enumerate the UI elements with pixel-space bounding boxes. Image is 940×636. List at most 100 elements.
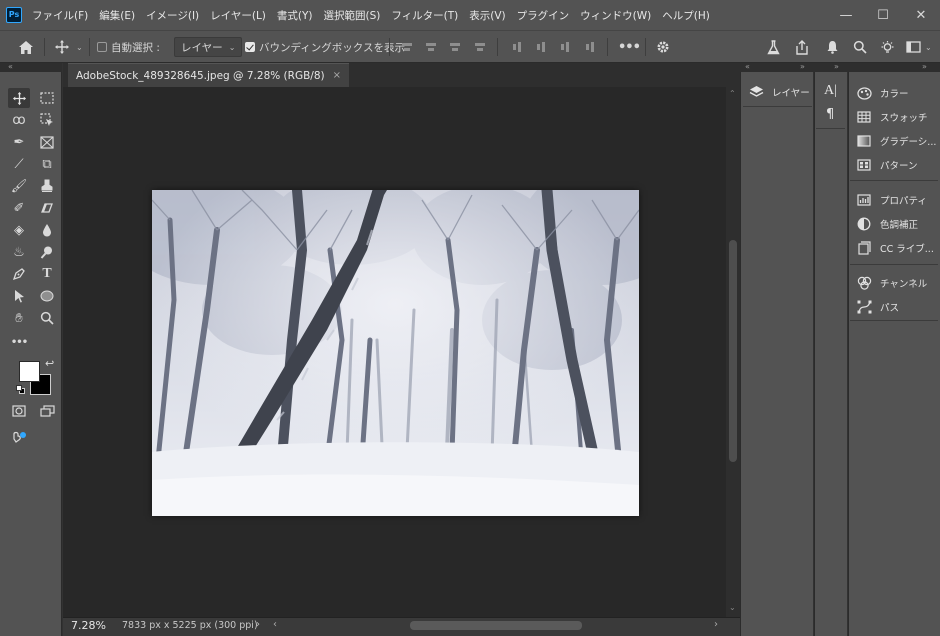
object-select-tool[interactable] <box>36 110 58 130</box>
expand-panel-icon[interactable]: « <box>745 62 750 71</box>
collapse-toolbar-icon[interactable]: « <box>8 62 13 71</box>
menu-layer[interactable]: レイヤー(L) <box>210 8 266 23</box>
swap-colors-icon[interactable]: ↩ <box>45 357 54 370</box>
healing-brush-tool[interactable]: ⧉ <box>36 154 58 174</box>
menu-select[interactable]: 選択範囲(S) <box>324 8 381 23</box>
scroll-down-icon[interactable]: ⌄ <box>729 603 736 612</box>
crop-select-tool[interactable]: ✒ <box>8 132 30 152</box>
maximize-button[interactable]: ☐ <box>864 0 902 30</box>
menu-edit[interactable]: 編集(E) <box>99 8 135 23</box>
align-left-icon[interactable] <box>400 40 414 54</box>
path-select-tool[interactable] <box>8 286 30 306</box>
scroll-left-icon[interactable]: ‹ <box>273 619 277 630</box>
horizontal-scrollbar-thumb[interactable] <box>410 621 582 630</box>
dodge-tool[interactable]: ♨ <box>8 242 30 262</box>
properties-panel-button[interactable]: プロパティ <box>856 189 927 211</box>
gradients-panel-button[interactable]: グラデーシ... <box>856 130 936 152</box>
move-tool-preset[interactable]: ⌄ <box>54 31 83 63</box>
menu-image[interactable]: イメージ(I) <box>146 8 199 23</box>
character-panel-button[interactable]: A| <box>824 83 837 99</box>
pen-icon <box>12 268 25 281</box>
zoom-level[interactable]: 7.28% <box>71 619 106 632</box>
auto-select-target-dropdown[interactable]: レイヤー ⌄ <box>174 37 243 57</box>
more-options-button[interactable]: ••• <box>618 31 641 63</box>
settings-button[interactable] <box>656 31 670 63</box>
document-image[interactable] <box>152 190 639 516</box>
align-middle-icon[interactable] <box>534 40 548 54</box>
foreground-color-swatch[interactable] <box>19 361 40 382</box>
scroll-right-icon[interactable]: › <box>714 619 718 630</box>
shape-tool[interactable] <box>36 286 58 306</box>
brush-tool[interactable]: 🖌︎ <box>8 176 30 196</box>
patterns-panel-button[interactable]: パターン <box>856 154 918 176</box>
eraser-tool[interactable] <box>36 198 58 218</box>
generative-tool[interactable] <box>8 428 30 448</box>
align-center-icon[interactable] <box>424 40 438 54</box>
vertical-scrollbar-thumb[interactable] <box>729 240 737 462</box>
paint-bucket-tool[interactable]: ◈ <box>8 220 30 240</box>
align-top-icon[interactable] <box>510 40 524 54</box>
layers-panel-button[interactable]: レイヤー <box>748 81 810 103</box>
channels-panel-button[interactable]: チャンネル <box>856 272 927 294</box>
bounding-box-checkbox[interactable]: バウンディングボックスを表示 <box>245 31 405 63</box>
paragraph-panel-button[interactable]: ¶ <box>826 107 834 122</box>
menu-type[interactable]: 書式(Y) <box>277 8 313 23</box>
collapse-panel-icon[interactable]: » <box>800 62 805 71</box>
libraries-panel-label: CC ライブ... <box>880 244 934 255</box>
close-tab-icon[interactable]: × <box>333 70 341 81</box>
properties-icon <box>856 193 872 207</box>
search-button[interactable] <box>853 31 867 63</box>
default-colors-icon[interactable] <box>16 385 25 394</box>
bell-icon <box>827 41 838 54</box>
screen-mode-button[interactable] <box>36 401 58 421</box>
document-tab[interactable]: AdobeStock_489328645.jpeg @ 7.28% (RGB/8… <box>68 63 349 87</box>
adjustments-panel-button[interactable]: 色調補正 <box>856 213 918 235</box>
discover-button[interactable] <box>880 31 895 63</box>
menu-view[interactable]: 表示(V) <box>469 8 505 23</box>
lasso-tool[interactable]: ꝏ <box>8 110 30 130</box>
character-panel-dock <box>814 72 847 636</box>
collapse-panel-icon[interactable]: » <box>922 62 927 71</box>
lab-button[interactable] <box>767 31 780 63</box>
home-button[interactable] <box>18 31 34 63</box>
history-brush-tool[interactable]: ✐ <box>8 198 30 218</box>
align-bottom-icon[interactable] <box>558 40 572 54</box>
distribute-button[interactable] <box>473 31 487 63</box>
layers-panel-label: レイヤー <box>772 88 810 99</box>
menu-file[interactable]: ファイル(F) <box>32 8 88 23</box>
align-right-icon[interactable] <box>448 40 462 54</box>
libraries-panel-button[interactable]: CC ライブ... <box>856 237 934 259</box>
paths-panel-label: パス <box>880 303 900 314</box>
collapse-panel-icon[interactable]: » <box>834 62 839 71</box>
bandage-icon: ⧉ <box>42 156 52 172</box>
scroll-up-icon[interactable]: ⌃ <box>729 89 736 98</box>
close-button[interactable]: ✕ <box>902 0 940 30</box>
distribute-vertical-button[interactable] <box>583 31 597 63</box>
color-panel-button[interactable]: カラー <box>856 82 909 104</box>
menu-filter[interactable]: フィルター(T) <box>391 8 458 23</box>
quick-mask-button[interactable] <box>8 401 30 421</box>
eyedropper-tool[interactable]: ⟋ <box>8 154 30 174</box>
menu-help[interactable]: ヘルプ(H) <box>662 8 710 23</box>
edit-toolbar-button[interactable]: ••• <box>8 332 30 352</box>
swatches-panel-button[interactable]: スウォッチ <box>856 106 928 128</box>
type-tool[interactable]: T <box>36 264 58 284</box>
sponge-tool[interactable] <box>36 242 58 262</box>
marquee-tool[interactable] <box>36 88 58 108</box>
minimize-button[interactable]: — <box>827 0 865 30</box>
zoom-tool[interactable] <box>36 308 58 328</box>
stamp-tool[interactable] <box>36 176 58 196</box>
share-button[interactable] <box>795 31 809 63</box>
paths-panel-button[interactable]: パス <box>856 296 899 318</box>
move-tool[interactable] <box>8 88 30 108</box>
blur-tool[interactable] <box>36 220 58 240</box>
menu-plugins[interactable]: プラグイン <box>517 8 570 23</box>
menu-window[interactable]: ウィンドウ(W) <box>580 8 651 23</box>
status-menu-icon[interactable]: › <box>256 619 260 630</box>
workspace-button[interactable]: ⌄ <box>906 31 932 63</box>
notifications-button[interactable] <box>826 31 839 63</box>
pen-tool[interactable] <box>8 264 30 284</box>
hand-tool[interactable]: ✋︎ <box>8 308 30 328</box>
auto-select-checkbox[interactable]: 自動選択 : <box>97 31 160 63</box>
frame-tool[interactable] <box>36 132 58 152</box>
